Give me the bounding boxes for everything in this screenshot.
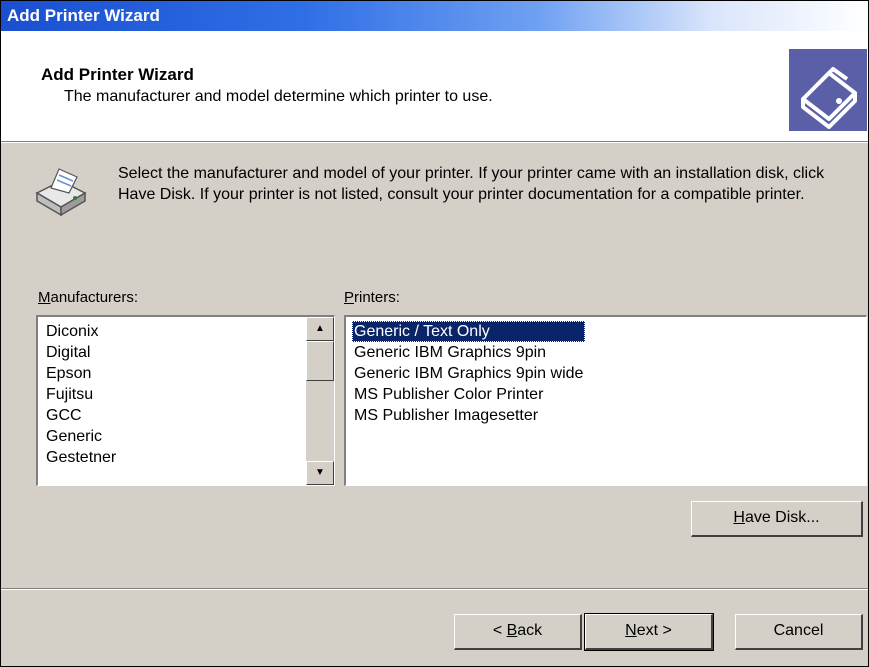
header-divider: [1, 141, 868, 143]
list-item[interactable]: Diconix: [44, 321, 118, 342]
instructions-text: Select the manufacturer and model of you…: [118, 165, 825, 203]
back-accel: B: [506, 622, 518, 639]
list-item[interactable]: MS Publisher Imagesetter: [352, 405, 585, 426]
title-bar[interactable]: Add Printer Wizard: [1, 1, 868, 31]
list-item[interactable]: GCC: [44, 405, 118, 426]
scroll-thumb[interactable]: [306, 341, 334, 381]
list-item[interactable]: Fujitsu: [44, 384, 118, 405]
printers-list[interactable]: Generic / Text Only Generic IBM Graphics…: [344, 315, 867, 486]
printer-wizard-icon: [789, 49, 867, 131]
have-disk-label: ave Disk...: [744, 509, 820, 526]
list-item[interactable]: Gestetner: [44, 447, 118, 468]
printer-icon: [31, 163, 91, 219]
back-label: ack: [517, 622, 543, 639]
next-button[interactable]: Next >: [584, 613, 714, 651]
back-button[interactable]: < Back: [454, 614, 582, 650]
add-printer-wizard-window: Add Printer Wizard Add Printer Wizard Th…: [0, 0, 869, 667]
manufacturers-list[interactable]: Diconix Digital Epson Fujitsu GCC Generi…: [36, 315, 335, 486]
next-label: ext >: [636, 622, 672, 639]
list-item[interactable]: MS Publisher Color Printer: [352, 384, 585, 405]
printers-list-items: Generic / Text Only Generic IBM Graphics…: [352, 321, 586, 426]
list-item[interactable]: Digital: [44, 342, 118, 363]
cancel-label: Cancel: [773, 622, 824, 639]
wizard-header: Add Printer Wizard The manufacturer and …: [1, 31, 868, 141]
page-title: Add Printer Wizard: [41, 65, 194, 84]
manufacturers-label-accel: M: [38, 289, 51, 306]
manufacturers-list-items: Diconix Digital Epson Fujitsu GCC Generi…: [44, 321, 118, 468]
window-title: Add Printer Wizard: [7, 6, 160, 25]
manufacturers-label-text: anufacturers:: [50, 289, 139, 306]
next-accel: N: [625, 622, 637, 639]
list-item[interactable]: Generic: [44, 426, 118, 447]
list-item[interactable]: Generic IBM Graphics 9pin: [352, 342, 585, 363]
printers-label: Printers:: [344, 289, 400, 306]
have-disk-accel: H: [733, 509, 745, 526]
scroll-up-button[interactable]: ▲: [306, 317, 334, 341]
manufacturers-label: Manufacturers:: [38, 289, 138, 306]
footer-divider: [1, 588, 868, 590]
list-item[interactable]: Epson: [44, 363, 118, 384]
printers-label-accel: P: [344, 289, 355, 306]
manufacturers-scrollbar[interactable]: ▲ ▼: [306, 317, 334, 485]
scroll-down-button[interactable]: ▼: [306, 461, 334, 485]
list-item[interactable]: Generic IBM Graphics 9pin wide: [352, 363, 585, 384]
page-subtitle: The manufacturer and model determine whi…: [64, 88, 493, 105]
printers-label-text: rinters:: [354, 289, 400, 306]
have-disk-button[interactable]: Have Disk...: [691, 501, 863, 537]
cancel-button[interactable]: Cancel: [735, 614, 863, 650]
list-item-selected[interactable]: Generic / Text Only: [352, 321, 586, 342]
back-prefix: <: [492, 622, 507, 639]
